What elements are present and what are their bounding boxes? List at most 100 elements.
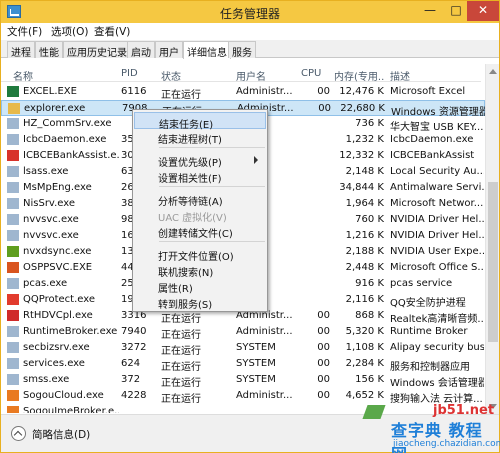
column-user[interactable]: 用户名	[236, 68, 266, 83]
column-description[interactable]: 描述	[390, 68, 410, 83]
process-mem: 868 K	[355, 310, 384, 321]
process-desc: Microsoft Excel	[390, 86, 466, 97]
process-desc: NVIDIA Driver Hel...	[390, 214, 484, 225]
process-mem: 12,476 K	[339, 86, 384, 97]
process-mem: 736 K	[355, 118, 384, 129]
close-button[interactable]: ✕	[467, 1, 499, 21]
tab-details[interactable]: 详细信息	[183, 41, 231, 59]
process-desc: 华大智宝 USB KEY...	[390, 122, 484, 133]
menu-options[interactable]: 选项(O)	[51, 24, 88, 39]
context-menu-item[interactable]: 结束进程树(T)	[134, 128, 266, 146]
process-mem: 2,448 K	[345, 262, 384, 273]
column-status[interactable]: 状态	[161, 68, 181, 83]
process-name: EXCEL.EXE	[23, 86, 77, 97]
process-row[interactable]: RuntimeBroker.exe 7940 正在运行 Administr... 00 5…	[1, 324, 485, 341]
context-menu-item[interactable]: 打开文件位置(O)	[134, 245, 266, 263]
vertical-scrollbar[interactable]	[485, 64, 499, 414]
scroll-thumb[interactable]	[488, 182, 498, 342]
chevron-up-icon[interactable]	[11, 426, 26, 441]
process-desc: Antimalware Servi...	[390, 182, 484, 193]
process-mem: 2,148 K	[345, 166, 384, 177]
process-status: 正在运行	[161, 314, 201, 325]
process-mem: 1,216 K	[345, 230, 384, 241]
process-mem: 2,116 K	[345, 294, 384, 305]
process-mem: 1,108 K	[345, 342, 384, 353]
tab-app-history[interactable]: 应用历史记录	[63, 41, 131, 59]
watermark-site: jb51.net	[433, 403, 495, 418]
context-menu-item[interactable]: 属性(R)	[134, 277, 266, 295]
menu-file[interactable]: 文件(F)	[7, 24, 42, 39]
process-desc: pcas service	[390, 278, 453, 289]
menu-view[interactable]: 查看(V)	[94, 24, 130, 39]
column-pid[interactable]: PID	[121, 68, 138, 79]
process-user: SYSTEM	[236, 374, 276, 385]
icbc-icon	[7, 150, 19, 161]
process-cpu: 00	[317, 86, 330, 97]
watermark-logo: jb51.net 查字典 教程网 jiaocheng.chazidian.com	[351, 401, 500, 453]
maximize-button[interactable]: □	[443, 1, 469, 21]
context-menu-item[interactable]: 转到服务(S)	[134, 293, 266, 311]
process-desc: Microsoft Office S...	[390, 262, 484, 273]
process-row[interactable]: smss.exe 372 正在运行 SYSTEM 00 156 K Windows 会话管理…	[1, 372, 485, 389]
context-menu-item[interactable]: 设置相关性(F)	[134, 167, 266, 185]
process-name: NisSrv.exe	[23, 198, 75, 209]
tab-users[interactable]: 用户	[155, 41, 183, 59]
generic-app-icon	[7, 166, 19, 177]
process-status: 正在运行	[161, 90, 201, 101]
process-cpu: 00	[317, 374, 330, 385]
process-row[interactable]: services.exe 624 正在运行 SYSTEM 00 2,284 K 服务和控制器…	[1, 356, 485, 373]
process-status: 正在运行	[161, 330, 201, 341]
process-pid: 4228	[121, 390, 147, 401]
process-name: OSPPSVC.EXE	[23, 262, 93, 273]
nvidia-icon	[7, 246, 19, 257]
process-desc: NVIDIA Driver Hel...	[390, 230, 484, 241]
generic-app-icon	[7, 214, 19, 225]
menu-bar: 文件(F) 选项(O) 查看(V)	[1, 23, 499, 40]
process-cpu: 00	[317, 326, 330, 337]
process-row[interactable]: EXCEL.EXE 6116 正在运行 Administr... 00 12,476 K M…	[1, 84, 485, 101]
process-mem: 760 K	[355, 214, 384, 225]
process-name: explorer.exe	[24, 103, 86, 114]
menu-separator	[159, 186, 265, 187]
process-name: smss.exe	[23, 374, 70, 385]
process-name: MsMpEng.exe	[23, 182, 92, 193]
process-user: Administr...	[236, 326, 293, 337]
generic-app-icon	[7, 374, 19, 385]
column-name[interactable]: 名称	[13, 68, 33, 83]
generic-app-icon	[7, 182, 19, 193]
title-bar[interactable]: 任务管理器 — □ ✕	[1, 1, 499, 23]
context-menu-item[interactable]: 创建转储文件(C)	[134, 222, 266, 240]
context-menu-item[interactable]: 联机搜索(N)	[134, 261, 266, 279]
context-menu-item[interactable]: 分析等待链(A)	[134, 190, 266, 208]
fewer-details-link[interactable]: 简略信息(D)	[32, 427, 90, 442]
process-mem: 156 K	[355, 374, 384, 385]
tab-processes[interactable]: 进程	[7, 41, 35, 59]
process-name: nvvsvc.exe	[23, 214, 79, 225]
process-name: HZ_CommSrv.exe	[23, 118, 112, 129]
column-cpu[interactable]: CPU	[301, 68, 321, 79]
scroll-up-icon[interactable]	[489, 69, 497, 74]
process-cpu: 00	[317, 310, 330, 321]
process-name: services.exe	[23, 358, 85, 369]
process-user: SYSTEM	[236, 358, 276, 369]
tab-startup[interactable]: 启动	[127, 41, 155, 59]
process-row[interactable]: secbizsrv.exe 3272 正在运行 SYSTEM 00 1,108 K Alip…	[1, 340, 485, 357]
process-name: secbizsrv.exe	[23, 342, 90, 353]
context-menu-item[interactable]: 结束任务(E)	[134, 112, 266, 131]
process-desc: IcbcDaemon.exe	[390, 134, 474, 145]
column-memory[interactable]: 内存(专用...	[334, 68, 384, 83]
process-mem: 2,188 K	[345, 246, 384, 257]
process-desc: Local Security Au...	[390, 166, 484, 177]
process-cpu: 00	[317, 390, 330, 401]
process-status: 正在运行	[161, 394, 201, 405]
process-name: QQProtect.exe	[23, 294, 96, 305]
process-pid: 624	[121, 358, 141, 369]
process-name: SogouImeBroker.e...	[23, 406, 119, 413]
process-cpu: 00	[317, 358, 330, 369]
qq-icon	[7, 294, 19, 305]
context-menu-item[interactable]: 设置优先级(P)	[134, 151, 266, 169]
tab-performance[interactable]: 性能	[35, 41, 63, 59]
minimize-button[interactable]: —	[417, 1, 443, 21]
tab-services[interactable]: 服务	[228, 41, 256, 59]
process-status: 正在运行	[161, 378, 201, 389]
